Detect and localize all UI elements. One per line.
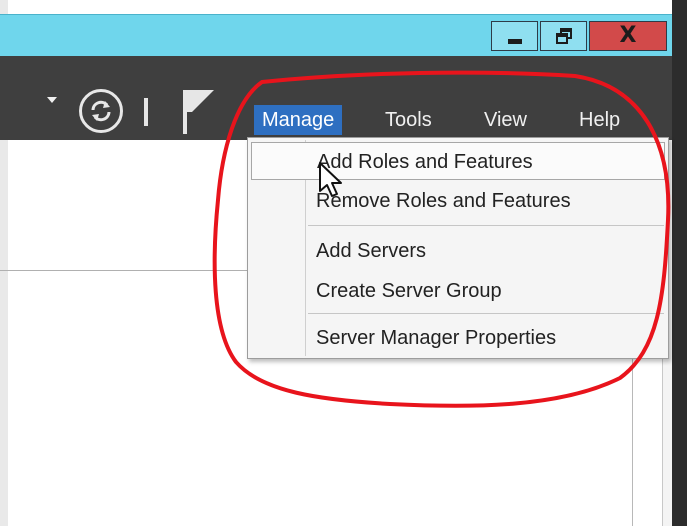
red-annotation-circle [212,70,671,408]
